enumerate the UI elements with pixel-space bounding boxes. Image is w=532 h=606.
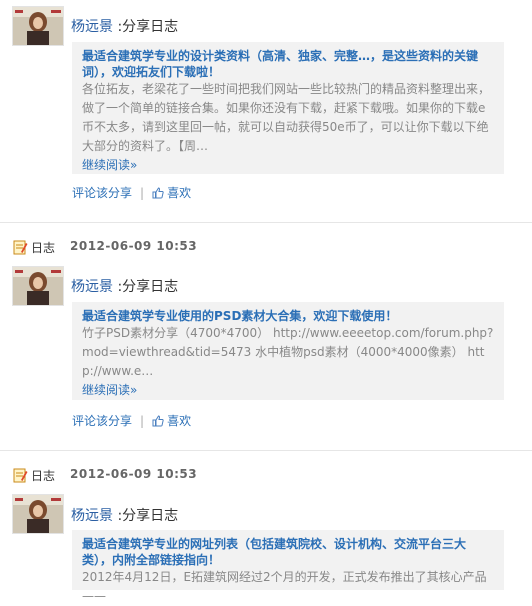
author-name[interactable]: 杨远景 [71, 279, 113, 295]
like-link[interactable]: 喜欢 [167, 184, 191, 201]
action-separator: | [140, 185, 145, 200]
shared-post-summary: 2012年4月12日，E拓建筑网经过2个月的开发，正式发布推出了其核心产品—— [82, 570, 487, 603]
shared-post-title[interactable]: 最适合建筑学专业的网址列表（包括建筑院校、设计机构、交流平台三大类），内附全部链… [82, 536, 494, 568]
comment-share-link[interactable]: 评论该分享 [72, 184, 132, 201]
share-author-line: 杨远景 :分享日志 [71, 16, 178, 36]
entry-actions: 评论该分享 | 喜欢 [72, 412, 191, 429]
shared-post-card: 最适合建筑学专业使用的PSD素材大合集，欢迎下载使用！ 竹子PSD素材分享（47… [72, 302, 504, 400]
entry-actions: 评论该分享 | 喜欢 [72, 184, 191, 201]
author-name[interactable]: 杨远景 [71, 508, 113, 524]
post-date: 2012-06-09 10:53 [70, 467, 198, 481]
avatar[interactable] [12, 494, 64, 534]
share-verb: :分享日志 [113, 19, 179, 35]
share-verb: :分享日志 [113, 279, 179, 295]
diary-label: 日志 [31, 240, 56, 255]
shared-post-card: 最适合建筑学专业的设计类资料（高清、独家、完整…，是这些资料的关键词），欢迎拓友… [72, 42, 504, 174]
like-link[interactable]: 喜欢 [167, 412, 191, 429]
thumbs-up-icon[interactable] [152, 186, 164, 199]
avatar[interactable] [12, 266, 64, 306]
entry-meta: 日志 [12, 465, 55, 485]
activity-feed: 杨远景 :分享日志 最适合建筑学专业的设计类资料（高清、独家、完整…，是这些资料… [0, 0, 532, 603]
entry-divider [0, 450, 532, 451]
diary-label: 日志 [31, 468, 56, 483]
shared-post-summary: 竹子PSD素材分享（4700*4700） http://www.eeeetop.… [82, 326, 494, 378]
diary-icon [13, 240, 28, 255]
share-verb: :分享日志 [113, 508, 179, 524]
share-author-line: 杨远景 :分享日志 [71, 505, 178, 525]
diary-icon [13, 468, 28, 483]
read-more-link[interactable]: 继续阅读» [82, 156, 494, 174]
author-name[interactable]: 杨远景 [71, 19, 113, 35]
avatar[interactable] [12, 6, 64, 46]
thumbs-up-icon[interactable] [152, 414, 164, 427]
read-more-link[interactable]: 继续阅读» [82, 381, 494, 399]
action-separator: | [140, 413, 145, 428]
entry-divider [0, 222, 532, 223]
shared-post-summary: 各位拓友，老梁花了一些时间把我们网站一些比较热门的精品资料整理出来，做了一个简单… [82, 82, 491, 153]
comment-share-link[interactable]: 评论该分享 [72, 412, 132, 429]
entry-meta: 日志 [12, 237, 55, 257]
shared-post-card: 最适合建筑学专业的网址列表（包括建筑院校、设计机构、交流平台三大类），内附全部链… [72, 530, 504, 603]
shared-post-title[interactable]: 最适合建筑学专业的设计类资料（高清、独家、完整…，是这些资料的关键词），欢迎拓友… [82, 48, 494, 80]
shared-post-title[interactable]: 最适合建筑学专业使用的PSD素材大合集，欢迎下载使用！ [82, 308, 494, 324]
share-author-line: 杨远景 :分享日志 [71, 276, 178, 296]
post-date: 2012-06-09 10:53 [70, 239, 198, 253]
